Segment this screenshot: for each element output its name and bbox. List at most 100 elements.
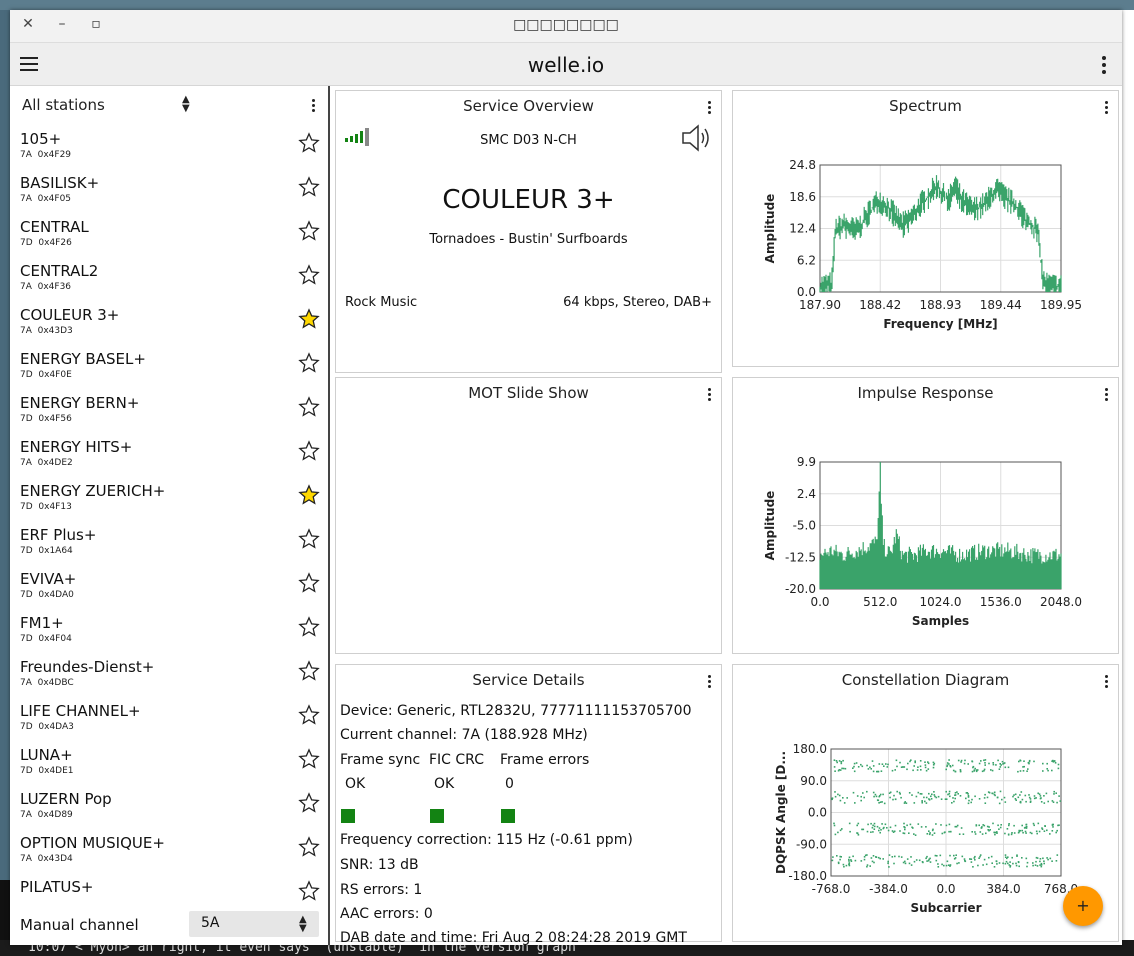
constellation-point bbox=[1025, 832, 1027, 834]
constellation-point bbox=[1004, 832, 1006, 835]
panel-title: Service Overview bbox=[463, 97, 594, 115]
panel-menu-icon[interactable] bbox=[708, 675, 712, 690]
constellation-point bbox=[1008, 824, 1010, 827]
favorite-star-icon[interactable] bbox=[298, 132, 320, 154]
constellation-point bbox=[836, 855, 838, 857]
station-name: Freundes-Dienst+ bbox=[20, 658, 155, 676]
speaker-icon[interactable] bbox=[680, 123, 714, 153]
constellation-point bbox=[874, 793, 877, 796]
station-item[interactable]: Freundes-Dienst+ 7A 0x4DBC bbox=[10, 654, 328, 698]
constellation-point bbox=[958, 833, 961, 835]
constellation-point bbox=[1000, 824, 1002, 826]
x-axis-label: Subcarrier bbox=[911, 901, 982, 915]
title-bar: ✕ – ▫ □□□□□□□□ bbox=[10, 10, 1122, 43]
favorite-star-icon[interactable] bbox=[298, 528, 320, 550]
constellation-point bbox=[1056, 829, 1058, 832]
panel-menu-icon[interactable] bbox=[708, 101, 712, 116]
constellation-point bbox=[866, 830, 869, 833]
station-item[interactable]: LUZERN Pop 7A 0x4D89 bbox=[10, 786, 328, 830]
constellation-point bbox=[1001, 760, 1004, 763]
favorite-star-icon[interactable] bbox=[298, 704, 320, 726]
constellation-point bbox=[983, 797, 986, 799]
constellation-point bbox=[839, 769, 842, 771]
favorite-star-icon[interactable] bbox=[298, 176, 320, 198]
constellation-point bbox=[886, 827, 888, 829]
constellation-point bbox=[960, 827, 963, 829]
station-item[interactable]: LUNA+ 7D 0x4DE1 bbox=[10, 742, 328, 786]
constellation-point bbox=[973, 857, 976, 859]
constellation-point bbox=[996, 863, 998, 865]
constellation-point bbox=[862, 792, 864, 794]
constellation-point bbox=[1024, 830, 1027, 833]
constellation-point bbox=[1040, 865, 1043, 868]
favorite-star-filled-icon[interactable] bbox=[298, 484, 320, 506]
constellation-point bbox=[1037, 792, 1039, 795]
panel-menu-icon[interactable] bbox=[708, 388, 712, 403]
manual-channel-select[interactable]: 5A ▲ ▼ bbox=[189, 911, 319, 937]
constellation-point bbox=[871, 760, 874, 762]
constellation-point bbox=[1032, 864, 1034, 867]
constellation-point bbox=[978, 798, 981, 800]
station-item[interactable]: ENERGY ZUERICH+ 7D 0x4F13 bbox=[10, 478, 328, 522]
favorite-star-icon[interactable] bbox=[298, 264, 320, 286]
station-item[interactable]: LIFE CHANNEL+ 7D 0x4DA3 bbox=[10, 698, 328, 742]
frame-sync-label: Frame sync bbox=[340, 752, 421, 768]
station-channel: 7A bbox=[20, 458, 32, 468]
station-item[interactable]: ENERGY BASEL+ 7D 0x4F0E bbox=[10, 346, 328, 390]
favorite-star-icon[interactable] bbox=[298, 220, 320, 242]
station-item[interactable]: ENERGY BERN+ 7D 0x4F56 bbox=[10, 390, 328, 434]
station-item[interactable]: BASILISK+ 7A 0x4F05 bbox=[10, 170, 328, 214]
constellation-point bbox=[1027, 768, 1029, 770]
favorite-star-icon[interactable] bbox=[298, 880, 320, 902]
impulse-panel: Impulse Response 0.0 512.0 1024.0 1536.0 204… bbox=[732, 377, 1119, 654]
x-tick-label: 2048.0 bbox=[1040, 595, 1082, 609]
favorite-star-icon[interactable] bbox=[298, 616, 320, 638]
overflow-menu-icon[interactable] bbox=[1102, 56, 1106, 77]
add-button[interactable]: + bbox=[1063, 886, 1103, 926]
constellation-point bbox=[879, 795, 881, 797]
sidebar-menu-icon[interactable] bbox=[312, 99, 316, 114]
constellation-point bbox=[909, 823, 912, 826]
station-item[interactable]: FM1+ 7D 0x4F04 bbox=[10, 610, 328, 654]
favorite-star-icon[interactable] bbox=[298, 836, 320, 858]
constellation-point bbox=[952, 797, 954, 799]
constellation-point bbox=[960, 759, 963, 762]
station-item[interactable]: OPTION MUSIQUE+ 7A 0x43D4 bbox=[10, 830, 328, 874]
constellation-point bbox=[951, 802, 953, 804]
station-item[interactable]: COULEUR 3+ 7A 0x43D3 bbox=[10, 302, 328, 346]
constellation-point bbox=[873, 861, 875, 864]
favorite-star-icon[interactable] bbox=[298, 748, 320, 770]
constellation-point bbox=[848, 860, 850, 862]
favorite-star-icon[interactable] bbox=[298, 440, 320, 462]
station-name: ENERGY HITS+ bbox=[20, 438, 133, 456]
station-item[interactable]: CENTRAL 7D 0x4F26 bbox=[10, 214, 328, 258]
constellation-point bbox=[867, 823, 869, 826]
favorite-star-icon[interactable] bbox=[298, 572, 320, 594]
favorite-star-icon[interactable] bbox=[298, 792, 320, 814]
favorite-star-filled-icon[interactable] bbox=[298, 308, 320, 330]
station-item[interactable]: 105+ 7A 0x4F29 bbox=[10, 126, 328, 170]
station-name: ENERGY BERN+ bbox=[20, 394, 140, 412]
constellation-point bbox=[949, 854, 951, 857]
x-tick-label: 188.93 bbox=[920, 298, 962, 312]
constellation-point bbox=[1039, 860, 1041, 863]
constellation-point bbox=[935, 859, 938, 862]
constellation-point bbox=[866, 865, 868, 868]
station-filter-label[interactable]: All stations bbox=[22, 96, 105, 114]
current-channel: Current channel: 7A (188.928 MHz) bbox=[340, 727, 588, 743]
constellation-point bbox=[857, 766, 860, 768]
channel-updown-icon[interactable]: ▲ ▼ bbox=[299, 915, 307, 934]
favorite-star-icon[interactable] bbox=[298, 660, 320, 682]
filter-updown-icon[interactable]: ▲ ▼ bbox=[182, 95, 190, 114]
station-name: ERF Plus+ bbox=[20, 526, 97, 544]
constellation-point bbox=[1015, 799, 1017, 801]
favorite-star-icon[interactable] bbox=[298, 352, 320, 374]
constellation-point bbox=[983, 759, 985, 762]
station-item[interactable]: EVIVA+ 7D 0x4DA0 bbox=[10, 566, 328, 610]
station-item[interactable]: ENERGY HITS+ 7A 0x4DE2 bbox=[10, 434, 328, 478]
station-item[interactable]: CENTRAL2 7A 0x4F36 bbox=[10, 258, 328, 302]
favorite-star-icon[interactable] bbox=[298, 396, 320, 418]
constellation-point bbox=[988, 826, 990, 828]
station-item[interactable]: ERF Plus+ 7D 0x1A64 bbox=[10, 522, 328, 566]
constellation-point bbox=[1045, 792, 1048, 795]
